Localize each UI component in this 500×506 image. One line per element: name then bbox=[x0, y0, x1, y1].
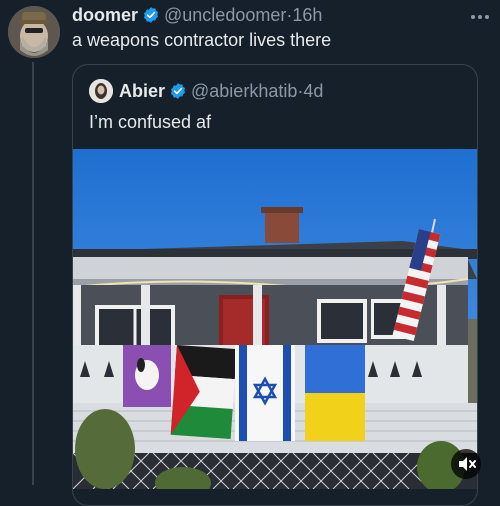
quoted-avatar-image bbox=[89, 79, 113, 103]
quoted-timestamp[interactable]: 4d bbox=[303, 81, 323, 102]
author-handle[interactable]: @uncledoomer bbox=[164, 5, 286, 26]
quoted-author-handle[interactable]: @abierkhatib bbox=[191, 81, 297, 102]
more-dots-icon bbox=[471, 15, 489, 19]
mute-button[interactable] bbox=[451, 449, 481, 479]
tweet-text: a weapons contractor lives there bbox=[72, 30, 332, 50]
avatar-image bbox=[8, 6, 60, 58]
speaker-muted-icon bbox=[459, 457, 476, 471]
more-icon[interactable] bbox=[470, 4, 490, 25]
quoted-verified-badge-icon bbox=[170, 83, 186, 99]
house-photo[interactable] bbox=[73, 149, 477, 489]
quoted-tweet[interactable]: Abier @abierkhatib · 4d I’m confused af bbox=[72, 64, 478, 506]
quoted-avatar[interactable] bbox=[89, 79, 113, 103]
verified-badge-icon bbox=[143, 7, 159, 23]
tweet-header: doomer @uncledoomer · 16h bbox=[72, 4, 322, 26]
thread-line bbox=[32, 62, 34, 485]
quoted-author-name[interactable]: Abier bbox=[119, 81, 165, 102]
quoted-tweet-text: I’m confused af bbox=[89, 112, 212, 132]
author-name[interactable]: doomer bbox=[72, 5, 138, 26]
avatar[interactable] bbox=[8, 6, 60, 58]
quoted-tweet-header: Abier @abierkhatib · 4d bbox=[89, 79, 323, 103]
timestamp[interactable]: 16h bbox=[292, 5, 322, 26]
